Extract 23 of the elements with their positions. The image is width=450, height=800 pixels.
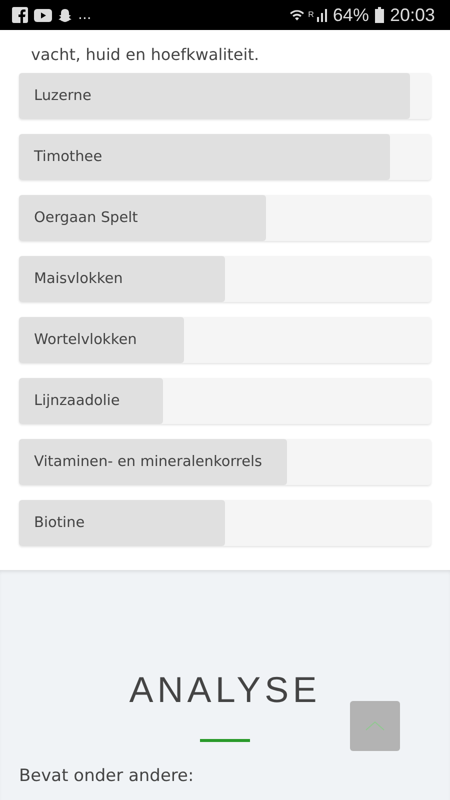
body-text: vacht, huid en hoefkwaliteit. (30, 44, 260, 66)
roaming-indicator: R (308, 10, 314, 18)
chevron-up-icon (365, 721, 385, 731)
back-to-top-button[interactable] (350, 701, 400, 751)
section-heading: ANALYSE (128, 669, 322, 711)
ingredient-label: Oergaan Spelt (33, 210, 138, 226)
facebook-icon (12, 7, 28, 23)
ingredient-label: Luzerne (33, 88, 92, 104)
battery-icon (374, 7, 384, 23)
ingredient-label: Maisvlokken (33, 271, 123, 287)
ingredient-label: Lijnzaadolie (33, 393, 120, 409)
ghost-icon (58, 8, 72, 22)
signal-icon (316, 8, 327, 22)
youtube-icon (34, 8, 52, 22)
more-notifications: ... (78, 6, 92, 24)
ingredient-label: Timothee (33, 149, 102, 165)
ingredient-label: Wortelvlokken (33, 332, 137, 348)
ingredient-label: Biotine (33, 515, 85, 531)
body-text: Bevat onder andere: (19, 766, 195, 786)
clock: 20:03 (390, 4, 435, 26)
battery-percentage: 64% (332, 4, 369, 26)
wifi-icon (289, 8, 306, 22)
ingredient-label: Vitaminen- en mineralenkorrels (33, 454, 262, 470)
